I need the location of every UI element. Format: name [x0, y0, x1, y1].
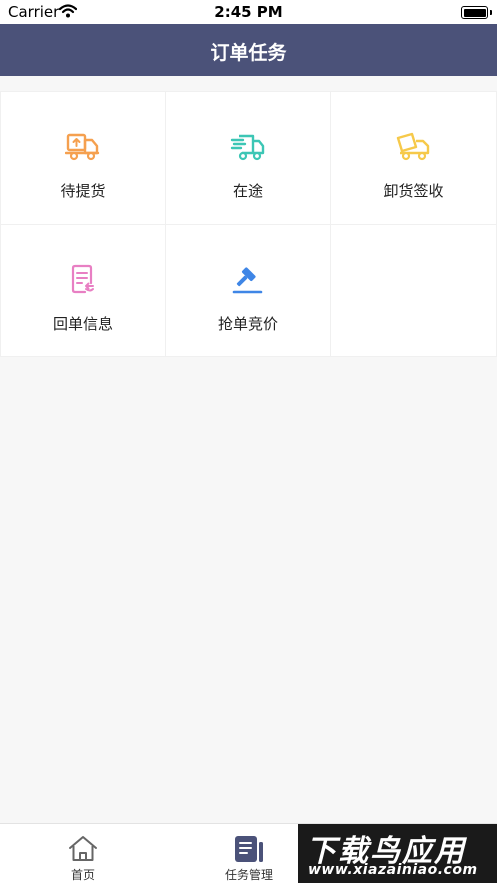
grid-item-unload-sign[interactable]: 卸货签收: [331, 92, 496, 224]
grid-item-pickup[interactable]: 待提货: [1, 92, 165, 224]
watermark-url: www.xiazainiao.com: [308, 862, 478, 878]
clock: 2:45 PM: [214, 3, 283, 21]
grid-item-label: 回单信息: [52, 315, 113, 333]
function-grid: 待提货 在途 卸货签收 回单信息 抢单竞价: [0, 91, 497, 357]
gavel-icon: [232, 267, 263, 294]
grid-item-receipt-info[interactable]: 回单信息: [1, 225, 165, 356]
status-bar: Carrier 2:45 PM: [0, 0, 497, 24]
tab-label: 首页: [70, 868, 95, 882]
grid-item-in-transit[interactable]: 在途: [166, 92, 330, 224]
grid-item-empty: [331, 225, 496, 356]
navigation-bar: 订单任务: [0, 24, 497, 76]
dump-truck-icon: [396, 132, 429, 161]
page-title: 订单任务: [210, 42, 287, 64]
pickup-truck-icon: [65, 133, 100, 161]
grid-item-label: 抢单竞价: [217, 315, 278, 333]
receipt-document-icon: [71, 264, 94, 294]
tab-home[interactable]: 首页: [0, 824, 166, 883]
battery-icon: [461, 6, 492, 19]
grid-item-label: 卸货签收: [383, 182, 444, 200]
grid-item-bidding[interactable]: 抢单竞价: [166, 225, 330, 356]
home-icon: [69, 836, 97, 861]
moving-truck-icon: [230, 134, 265, 161]
grid-item-label: 在途: [232, 182, 263, 200]
grid-item-label: 待提货: [60, 182, 106, 200]
watermark-logo: 下载鸟应用 www.xiazainiao.com: [298, 824, 497, 883]
task-document-icon: [235, 836, 263, 862]
